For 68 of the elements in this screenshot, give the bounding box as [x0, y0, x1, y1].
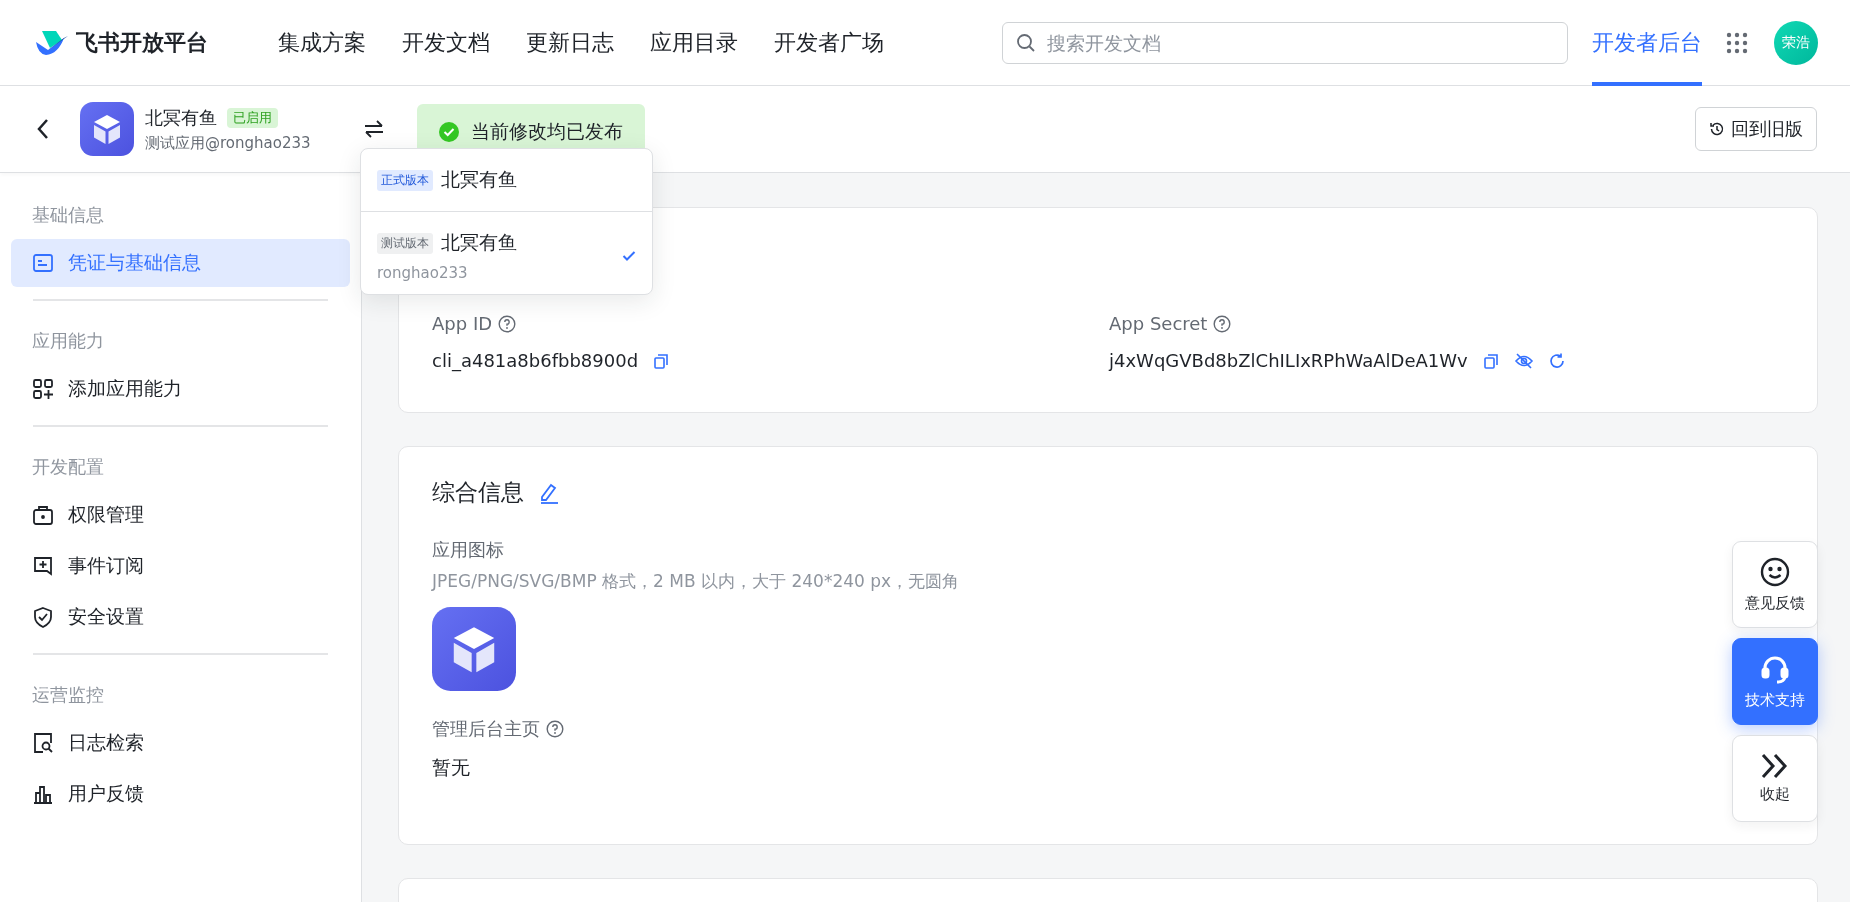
- help-icon[interactable]: [1213, 314, 1232, 333]
- sidebar-section-title: 运营监控: [31, 683, 105, 707]
- version-menu-item[interactable]: 正式版本 北冥有鱼: [361, 149, 652, 211]
- help-icon[interactable]: [498, 314, 517, 333]
- check-icon: [622, 250, 636, 262]
- back-icon[interactable]: [36, 117, 50, 141]
- document-search-icon: [32, 732, 54, 754]
- app-name: 北冥有鱼: [145, 105, 217, 130]
- sidebar-section-title: 开发配置: [31, 455, 105, 479]
- sidebar-item[interactable]: 日志检索: [11, 719, 350, 767]
- credential-value: j4xWqGVBd8bZlChILIxRPhWaAlDeA1Wv: [1109, 350, 1468, 371]
- grid-plus-icon: [32, 378, 54, 400]
- version-tag: 正式版本: [377, 169, 433, 191]
- eye-off-icon[interactable]: [1513, 351, 1534, 370]
- smiley-icon: [1759, 556, 1791, 588]
- cube-app-icon: [80, 102, 134, 156]
- feedback-button[interactable]: 意见反馈: [1732, 541, 1818, 628]
- search-icon: [1016, 32, 1036, 53]
- version-app-name: 北冥有鱼: [441, 230, 517, 255]
- field-label: 管理后台主页: [432, 717, 540, 741]
- platform-logo-text[interactable]: 飞书开放平台: [76, 27, 208, 58]
- version-tag: 测试版本: [377, 232, 433, 254]
- double-chevron-icon: [1760, 753, 1790, 779]
- sidebar-item[interactable]: 安全设置: [11, 593, 350, 641]
- icon-format-hint: JPEG/PNG/SVG/BMP 格式，2 MB 以内，大于 240*240 px，无圆角: [432, 570, 960, 593]
- swap-icon[interactable]: [362, 119, 385, 139]
- credential-value: cli_a481a8b6fbb8900d: [432, 350, 639, 371]
- copy-icon[interactable]: [1481, 351, 1500, 370]
- nav-link[interactable]: 更新日志: [526, 27, 614, 58]
- field-label: App ID: [432, 313, 493, 334]
- app-subtitle: 测试应用@ronghao233: [145, 133, 311, 153]
- developer-console-tab[interactable]: 开发者后台: [1592, 0, 1702, 86]
- id-card-icon: [32, 252, 54, 274]
- sidebar-item[interactable]: 事件订阅: [11, 542, 350, 590]
- old-version-button[interactable]: 回到旧版: [1695, 107, 1817, 151]
- search-field[interactable]: 搜索开发文档: [1002, 21, 1568, 64]
- cube-app-icon[interactable]: [432, 607, 516, 691]
- app-grid-icon[interactable]: [1726, 31, 1748, 54]
- sidebar-item[interactable]: 凭证与基础信息: [11, 239, 350, 287]
- version-menu-item[interactable]: 测试版本 北冥有鱼 ronghao233: [361, 212, 652, 294]
- copy-icon[interactable]: [652, 351, 671, 370]
- collapse-button[interactable]: 收起: [1732, 735, 1818, 822]
- history-icon: [1709, 121, 1725, 137]
- homepage-value: 暂无: [432, 755, 470, 780]
- field-label: App Secret: [1109, 313, 1208, 334]
- support-button[interactable]: 技术支持: [1732, 638, 1818, 725]
- briefcase-icon: [32, 504, 54, 526]
- sidebar-section-title: 应用能力: [31, 329, 105, 353]
- nav-link[interactable]: 开发文档: [402, 27, 490, 58]
- nav-link[interactable]: 开发者广场: [774, 27, 884, 58]
- nav-link[interactable]: 应用目录: [650, 27, 738, 58]
- refresh-icon[interactable]: [1547, 351, 1566, 370]
- sidebar-item[interactable]: 权限管理: [11, 491, 350, 539]
- sidebar-item[interactable]: 用户反馈: [11, 770, 350, 818]
- shield-check-icon: [32, 606, 54, 628]
- card-title: 综合信息: [432, 478, 524, 507]
- version-app-name: 北冥有鱼: [441, 167, 517, 192]
- edit-icon[interactable]: [538, 481, 560, 504]
- version-owner: ronghao233: [377, 264, 469, 282]
- help-icon[interactable]: [546, 720, 564, 738]
- nav-link[interactable]: 集成方案: [278, 27, 366, 58]
- check-circle-icon: [438, 122, 459, 142]
- status-badge: 已启用: [227, 107, 278, 128]
- sidebar-section-title: 基础信息: [31, 203, 105, 227]
- publish-status-text: 当前修改均已发布: [470, 119, 623, 144]
- sidebar-item[interactable]: 添加应用能力: [11, 365, 350, 413]
- bar-chart-icon: [32, 783, 54, 805]
- field-label: 应用图标: [432, 538, 504, 562]
